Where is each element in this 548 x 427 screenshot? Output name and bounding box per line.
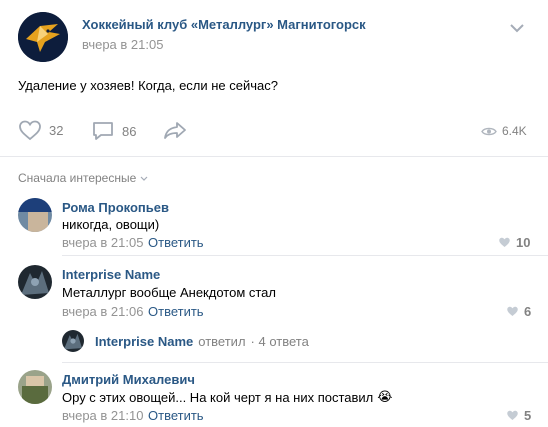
reply-button[interactable]: Ответить — [148, 235, 204, 250]
chevron-down-icon[interactable] — [510, 20, 524, 38]
sort-dropdown[interactable]: Сначала интересные — [18, 171, 148, 185]
views-counter: 6.4K — [481, 124, 527, 138]
post-text: Удаление у хозяев! Когда, если не сейчас… — [18, 78, 278, 93]
comment-icon — [93, 122, 113, 140]
like-count: 32 — [49, 123, 64, 138]
thread-count: · 4 ответа — [250, 334, 309, 349]
comment-text: никогда, овощи) — [62, 217, 160, 232]
user-photo — [62, 330, 84, 352]
user-photo — [18, 370, 52, 404]
comment-time[interactable]: вчера в 21:06 — [62, 304, 143, 319]
comment-like-button[interactable]: 10 — [498, 235, 530, 250]
like-count: 5 — [524, 408, 532, 423]
heart-icon — [507, 410, 518, 420]
post-time[interactable]: вчера в 21:05 — [82, 37, 163, 52]
user-photo — [18, 198, 52, 232]
views-count: 6.4K — [502, 124, 527, 138]
heart-icon — [499, 237, 510, 247]
user-photo — [18, 265, 52, 299]
avatar[interactable] — [62, 330, 84, 352]
community-avatar[interactable] — [18, 12, 68, 62]
community-name[interactable]: Хоккейный клуб «Металлург» Магнитогорск — [82, 17, 366, 32]
comment-time[interactable]: вчера в 21:05 — [62, 235, 143, 250]
comment-count: 86 — [122, 123, 137, 139]
sort-label: Сначала интересные — [18, 171, 137, 185]
avatar[interactable] — [18, 265, 52, 299]
divider — [62, 362, 548, 363]
chevron-down-icon — [140, 176, 148, 181]
comment-like-button[interactable]: 6 — [506, 304, 531, 319]
comment-text-row: Ору с этих овощей... На кой черт я на ни… — [62, 389, 392, 405]
like-count: 6 — [524, 304, 532, 319]
comment-text: Ору с этих овощей... На кой черт я на ни… — [62, 389, 374, 405]
share-button[interactable] — [163, 121, 187, 140]
thread-replies-link[interactable]: Interprise Name ответил · 4 ответа — [95, 334, 309, 349]
divider — [62, 255, 548, 256]
reply-button[interactable]: Ответить — [148, 304, 204, 319]
divider — [0, 156, 548, 157]
comment-like-button[interactable]: 5 — [506, 408, 531, 423]
comment-author[interactable]: Дмитрий Михалевич — [62, 372, 195, 387]
thread-action: ответил — [198, 334, 246, 349]
comment-button[interactable]: 86 — [92, 121, 136, 141]
avatar[interactable] — [18, 370, 52, 404]
avatar[interactable] — [18, 198, 52, 232]
comment-author[interactable]: Interprise Name — [62, 267, 160, 282]
thread-author: Interprise Name — [95, 334, 194, 349]
heart-icon — [19, 120, 41, 141]
like-count: 10 — [516, 235, 531, 250]
crying-emoji-icon: 😭 — [377, 389, 393, 404]
metallurg-logo-icon — [18, 12, 68, 62]
share-icon — [164, 122, 186, 139]
reply-button[interactable]: Ответить — [148, 408, 204, 423]
eye-icon — [481, 127, 497, 135]
heart-icon — [507, 306, 518, 316]
comment-author[interactable]: Рома Прокопьев — [62, 200, 169, 215]
like-button[interactable]: 32 — [18, 120, 63, 141]
comment-text: Металлург вообще Анекдотом стал — [62, 285, 276, 300]
comment-time[interactable]: вчера в 21:10 — [62, 408, 143, 423]
